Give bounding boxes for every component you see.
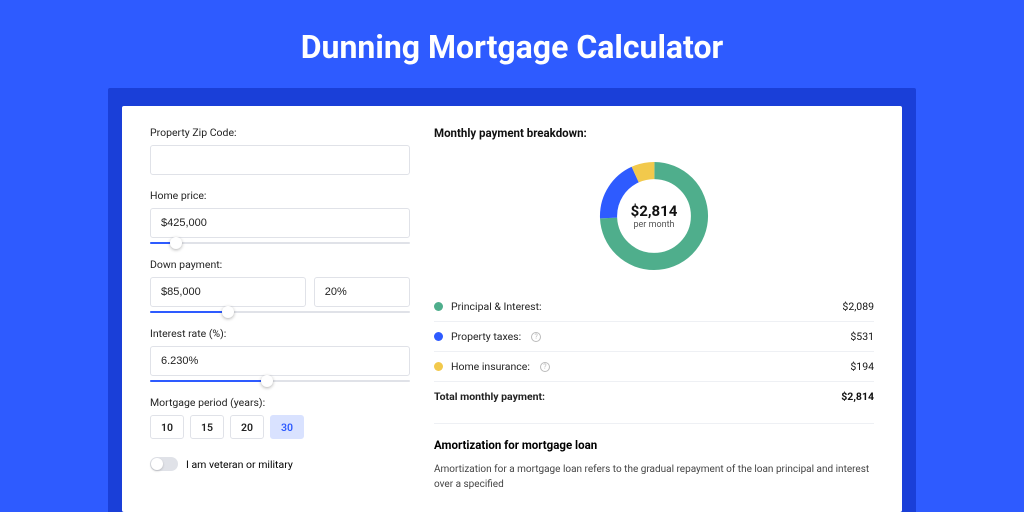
- donut-chart: $2,814 per month: [594, 156, 714, 276]
- legend-label: Home insurance:: [451, 360, 530, 373]
- legend-principal: Principal & Interest: $2,089: [434, 292, 874, 321]
- legend-insurance: Home insurance: ? $194: [434, 351, 874, 381]
- legend-label: Principal & Interest:: [451, 300, 542, 313]
- legend-value: $531: [850, 330, 874, 343]
- calculator-card: Property Zip Code: Home price: Down paym…: [122, 106, 902, 512]
- veteran-label: I am veteran or military: [186, 458, 293, 471]
- card-backdrop: Property Zip Code: Home price: Down paym…: [108, 88, 916, 512]
- interest-label: Interest rate (%):: [150, 327, 410, 340]
- donut-amount: $2,814: [631, 202, 678, 220]
- interest-field: Interest rate (%):: [150, 327, 410, 382]
- zip-label: Property Zip Code:: [150, 126, 410, 139]
- zip-input[interactable]: [150, 145, 410, 175]
- interest-input[interactable]: [150, 346, 410, 376]
- zip-field: Property Zip Code:: [150, 126, 410, 175]
- down-payment-input[interactable]: [150, 277, 306, 307]
- period-label: Mortgage period (years):: [150, 396, 410, 409]
- veteran-row: I am veteran or military: [150, 457, 410, 471]
- total-label: Total monthly payment:: [434, 390, 545, 403]
- amort-text: Amortization for a mortgage loan refers …: [434, 462, 874, 492]
- legend-taxes: Property taxes: ? $531: [434, 321, 874, 351]
- down-payment-pct-input[interactable]: [314, 277, 410, 307]
- breakdown-title: Monthly payment breakdown:: [434, 126, 874, 140]
- dot-icon: [434, 362, 443, 371]
- period-options: 10 15 20 30: [150, 415, 410, 439]
- down-payment-label: Down payment:: [150, 258, 410, 271]
- dot-icon: [434, 332, 443, 341]
- legend-value: $2,089: [842, 300, 874, 313]
- legend-value: $194: [850, 360, 874, 373]
- period-option-30[interactable]: 30: [270, 415, 304, 439]
- home-price-input[interactable]: [150, 208, 410, 238]
- dot-icon: [434, 302, 443, 311]
- period-field: Mortgage period (years): 10 15 20 30: [150, 396, 410, 439]
- period-option-20[interactable]: 20: [230, 415, 264, 439]
- donut-sub: per month: [633, 220, 674, 230]
- slider-thumb[interactable]: [222, 306, 234, 318]
- home-price-field: Home price:: [150, 189, 410, 244]
- home-price-slider[interactable]: [150, 242, 410, 244]
- legend-label: Property taxes:: [451, 330, 521, 343]
- interest-slider[interactable]: [150, 380, 410, 382]
- results-panel: Monthly payment breakdown: $2,814 per mo…: [434, 126, 874, 492]
- home-price-label: Home price:: [150, 189, 410, 202]
- amort-title: Amortization for mortgage loan: [434, 438, 874, 452]
- amortization-section: Amortization for mortgage loan Amortizat…: [434, 423, 874, 492]
- slider-thumb[interactable]: [261, 375, 273, 387]
- veteran-toggle[interactable]: [150, 457, 178, 471]
- legend-total: Total monthly payment: $2,814: [434, 381, 874, 411]
- info-icon[interactable]: ?: [540, 362, 550, 372]
- down-payment-field: Down payment:: [150, 258, 410, 313]
- period-option-15[interactable]: 15: [190, 415, 224, 439]
- period-option-10[interactable]: 10: [150, 415, 184, 439]
- toggle-knob: [151, 458, 163, 470]
- down-payment-slider[interactable]: [150, 311, 410, 313]
- slider-thumb[interactable]: [170, 237, 182, 249]
- total-value: $2,814: [841, 390, 874, 403]
- donut-center: $2,814 per month: [594, 156, 714, 276]
- page-title: Dunning Mortgage Calculator: [0, 0, 1024, 88]
- form-panel: Property Zip Code: Home price: Down paym…: [150, 126, 410, 492]
- donut-wrap: $2,814 per month: [434, 156, 874, 276]
- info-icon[interactable]: ?: [531, 332, 541, 342]
